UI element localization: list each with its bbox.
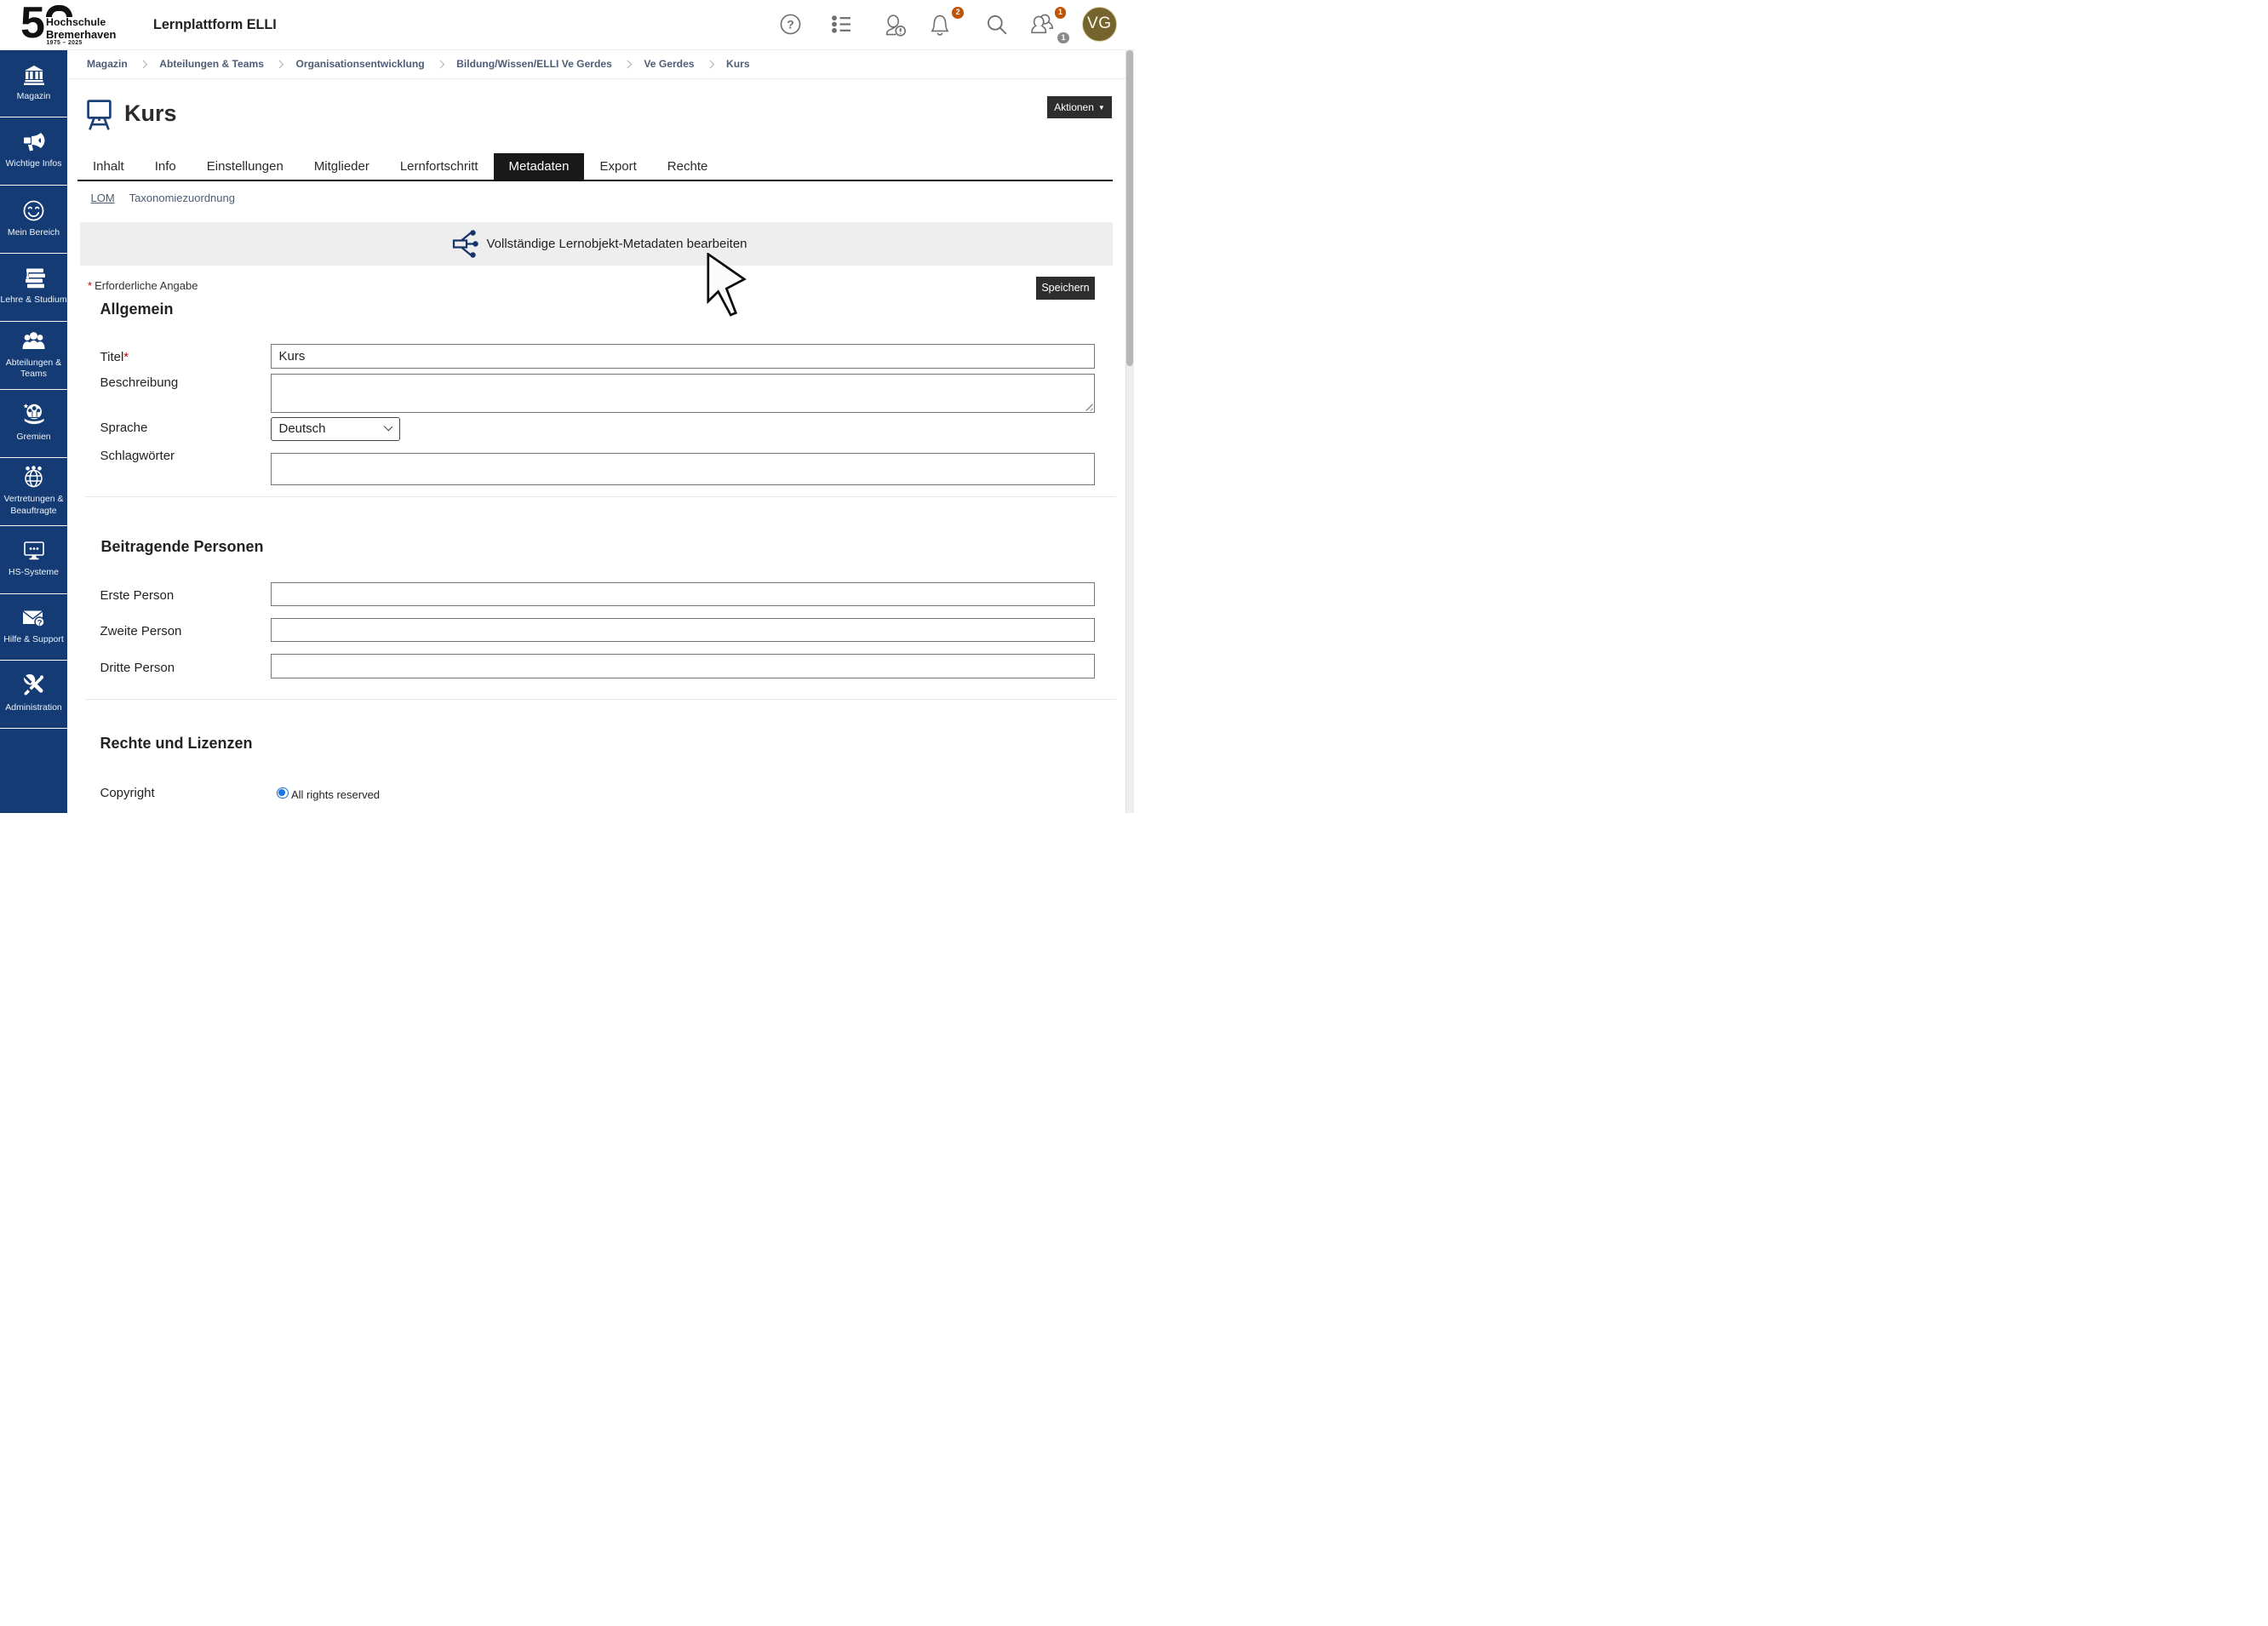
svg-text:?: ? [37,619,43,628]
svg-text:?: ? [787,17,794,31]
